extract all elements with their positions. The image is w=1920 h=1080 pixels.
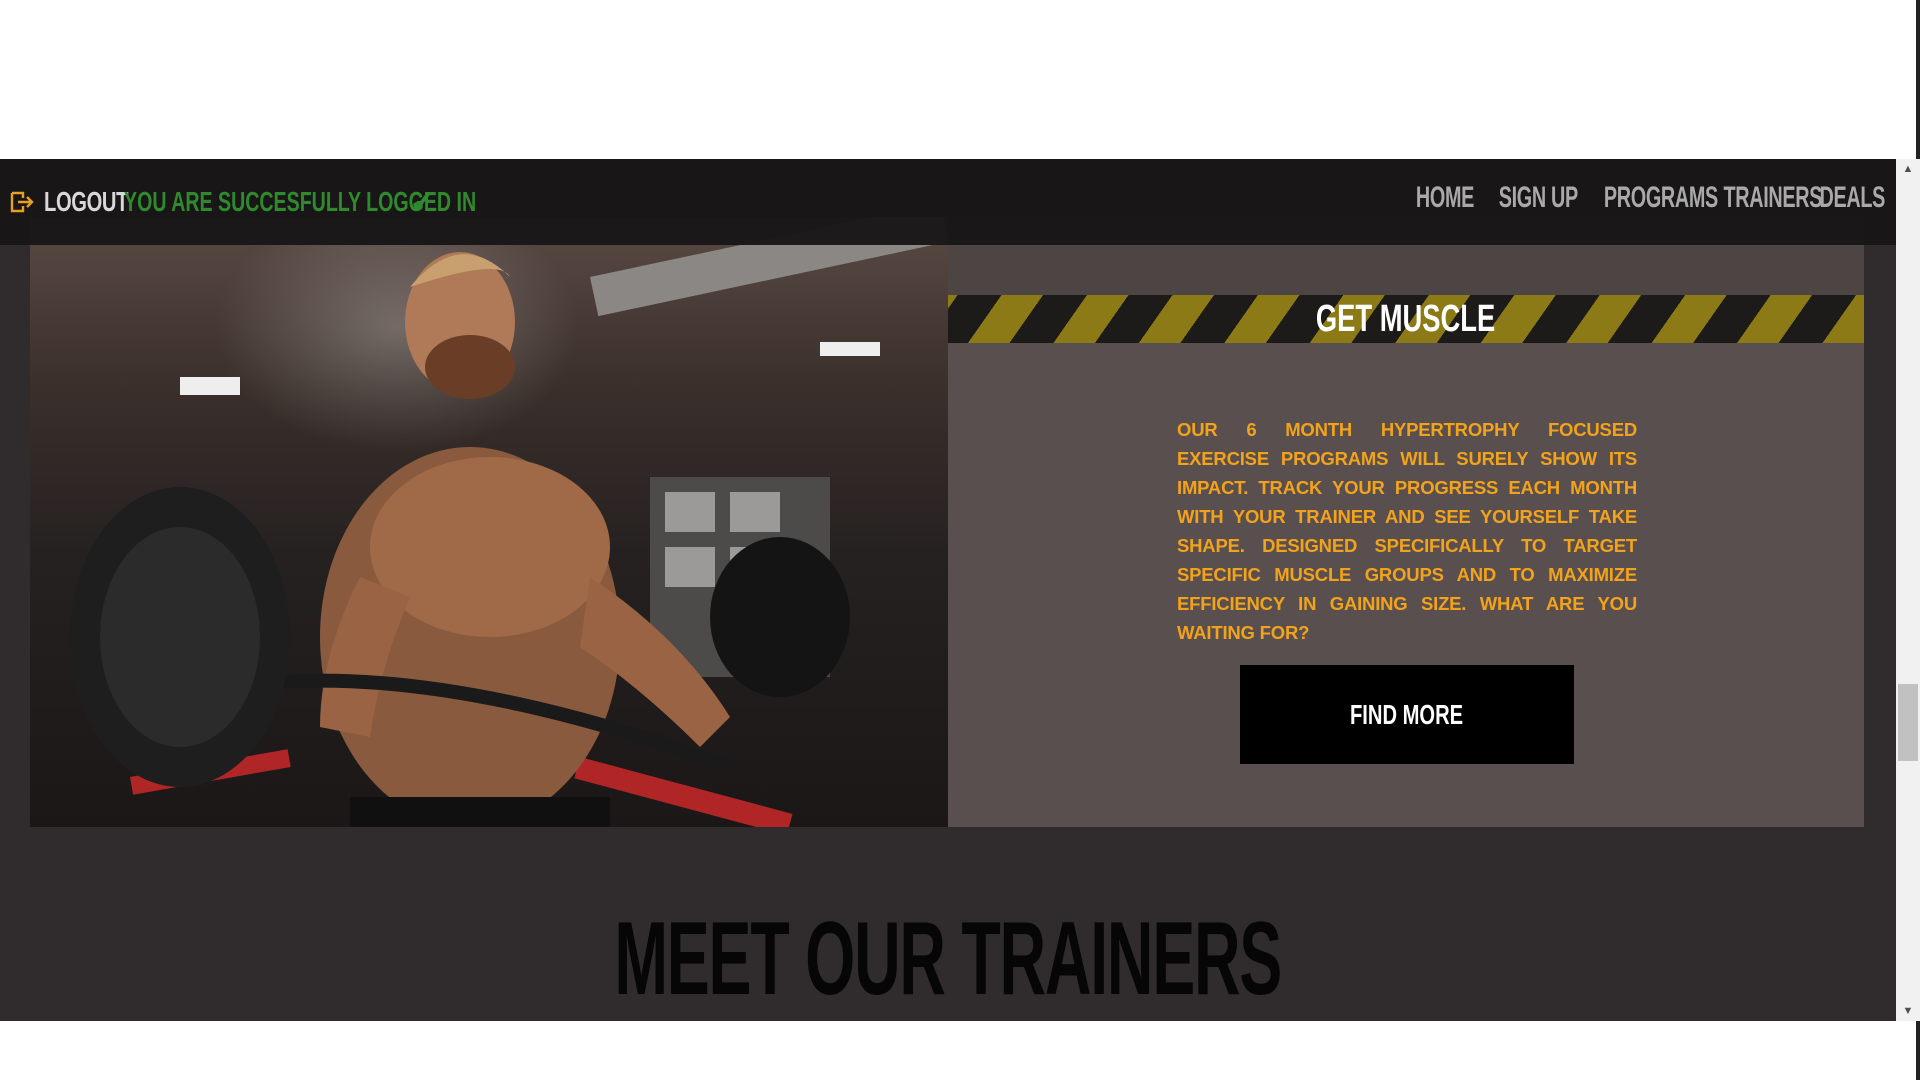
program-description: OUR 6 MONTH HYPERTROPHY FOCUSED EXERCISE…: [1177, 419, 1637, 643]
nav-sign-up[interactable]: SIGN UP: [1499, 181, 1578, 215]
main-nav: HOME SIGN UP PROGRAMS TRAINERS DEALS: [1398, 181, 1886, 215]
bodybuilder-photo: [30, 217, 948, 827]
nav-deals[interactable]: DEALS: [1820, 181, 1886, 215]
program-title: GET MUSCLE: [948, 297, 1864, 341]
find-more-button[interactable]: FIND MORE: [1240, 665, 1574, 764]
trainers-section-heading: MEET OUR TRAINERS: [0, 904, 1896, 1014]
vertical-scrollbar[interactable]: ▲ ▼: [1896, 159, 1920, 1021]
trainers-heading-text: MEET OUR TRAINERS: [614, 901, 1283, 1017]
nav-programs[interactable]: PROGRAMS: [1604, 181, 1718, 215]
login-status-text: YOU ARE SUCCESFULLY LOGGED IN: [124, 186, 477, 217]
program-info-panel: GET MUSCLE OUR 6 MONTH HYPERTROPHY FOCUS…: [948, 217, 1864, 827]
scroll-up-arrow-icon[interactable]: ▲: [1896, 159, 1920, 179]
program-card: GET MUSCLE OUR 6 MONTH HYPERTROPHY FOCUS…: [30, 217, 1864, 827]
gym-scene-illustration: [70, 217, 948, 827]
logout-label: LOGOUT: [44, 186, 129, 217]
window-edge: [1916, 0, 1920, 159]
top-nav-bar: LOGOUT YOU ARE SUCCESFULLY LOGGED IN ✓ H…: [0, 159, 1896, 245]
window-edge-bottom: [1916, 1021, 1920, 1080]
nav-home[interactable]: HOME: [1416, 181, 1474, 215]
scroll-down-arrow-icon[interactable]: ▼: [1896, 1001, 1920, 1021]
nav-trainers[interactable]: TRAINERS: [1724, 181, 1823, 215]
page-viewport: LOGOUT YOU ARE SUCCESFULLY LOGGED IN ✓ H…: [0, 159, 1896, 1021]
find-more-label: FIND MORE: [1350, 698, 1464, 730]
bottom-blank-area: [0, 1021, 1920, 1080]
logout-icon: [10, 191, 34, 213]
login-status-message: YOU ARE SUCCESFULLY LOGGED IN ✓: [124, 184, 477, 220]
program-title-text: GET MUSCLE: [1316, 298, 1496, 340]
scrollbar-thumb[interactable]: [1898, 684, 1918, 761]
